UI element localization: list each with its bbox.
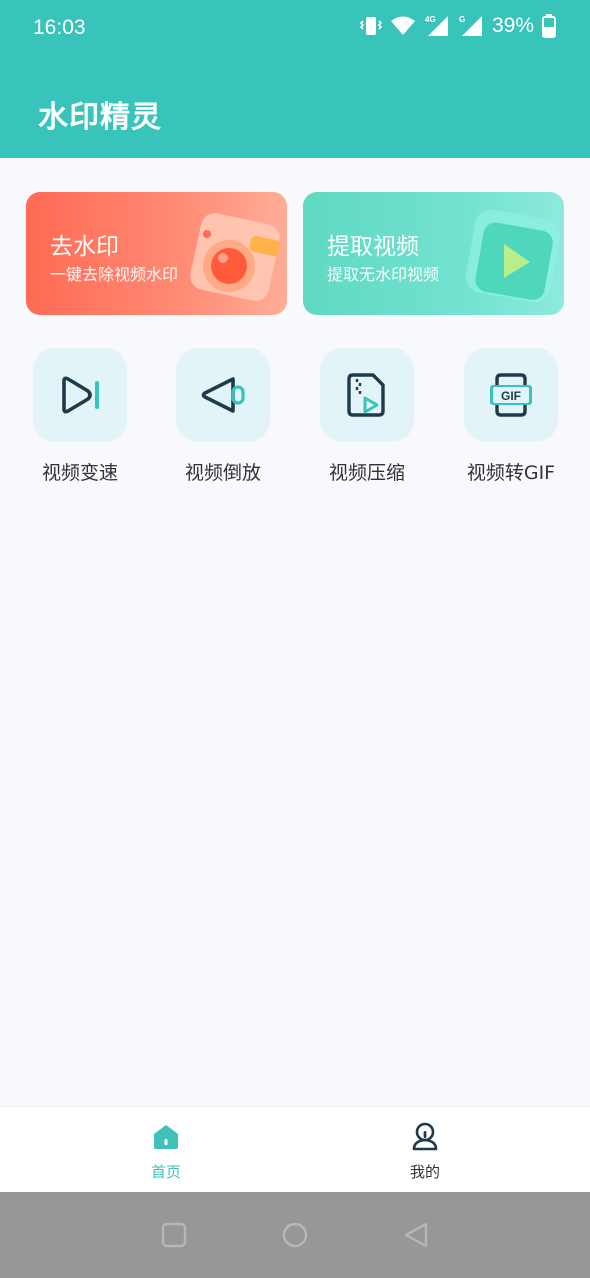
home-icon bbox=[154, 1125, 178, 1149]
extract-video-title: 提取视频 bbox=[327, 234, 419, 260]
signal-4g-icon: 4G bbox=[425, 15, 448, 36]
back-icon[interactable] bbox=[403, 1222, 429, 1248]
nav-item-mine[interactable]: 我的 bbox=[365, 1121, 485, 1182]
status-icons: 4G G 39% bbox=[359, 14, 556, 38]
svg-text:G: G bbox=[459, 15, 465, 24]
video-compress-icon bbox=[347, 373, 385, 417]
tool-label: 视频倒放 bbox=[184, 462, 261, 484]
video-speed-icon bbox=[62, 376, 99, 414]
camera-icon bbox=[190, 213, 281, 301]
tool-video-speed[interactable]: 视频变速 bbox=[10, 348, 150, 485]
profile-icon bbox=[412, 1122, 438, 1151]
status-bar: 16:03 4G G 39% bbox=[0, 0, 590, 56]
recents-icon[interactable] bbox=[161, 1222, 187, 1248]
tool-icon-box: GIF bbox=[464, 348, 558, 442]
tool-icon-box bbox=[33, 348, 127, 442]
video-reverse-icon bbox=[201, 377, 245, 413]
wifi-icon bbox=[390, 16, 415, 35]
tool-icon-box bbox=[176, 348, 270, 442]
tool-video-compress[interactable]: 视频压缩 bbox=[297, 348, 437, 485]
extract-video-subtitle: 提取无水印视频 bbox=[327, 265, 440, 284]
tool-label: 视频变速 bbox=[41, 462, 118, 484]
play-window-icon bbox=[465, 209, 561, 303]
remove-watermark-subtitle: 一键去除视频水印 bbox=[50, 265, 179, 284]
tool-video-to-gif[interactable]: GIF 视频转GIF bbox=[441, 348, 581, 485]
home-circle-icon[interactable] bbox=[282, 1222, 308, 1248]
vibrate-icon bbox=[359, 17, 382, 35]
tool-label: 视频压缩 bbox=[328, 462, 405, 484]
extract-video-card[interactable]: 提取视频 提取无水印视频 bbox=[303, 192, 564, 315]
video-to-gif-icon: GIF bbox=[490, 373, 532, 417]
remove-watermark-card[interactable]: 去水印 一键去除视频水印 bbox=[26, 192, 287, 315]
tool-video-reverse[interactable]: 视频倒放 bbox=[153, 348, 293, 485]
nav-label-home: 首页 bbox=[150, 1163, 181, 1181]
battery-percent: 39% bbox=[491, 14, 534, 37]
signal-g-icon: G bbox=[459, 15, 482, 36]
remove-watermark-title: 去水印 bbox=[50, 234, 119, 260]
system-nav-bar bbox=[0, 1192, 590, 1278]
bottom-nav: 首页 我的 bbox=[0, 1106, 590, 1192]
nav-item-home[interactable]: 首页 bbox=[106, 1121, 226, 1182]
nav-label-mine: 我的 bbox=[409, 1163, 440, 1181]
app-bar: 16:03 4G G 39% 水印精灵 bbox=[0, 0, 590, 158]
battery-icon bbox=[542, 14, 556, 38]
tool-label: 视频转GIF bbox=[466, 462, 556, 484]
status-time: 16:03 bbox=[33, 16, 86, 39]
svg-text:4G: 4G bbox=[425, 15, 436, 24]
app-title: 水印精灵 bbox=[38, 100, 162, 135]
tool-icon-box bbox=[320, 348, 414, 442]
svg-text:GIF: GIF bbox=[501, 389, 521, 403]
